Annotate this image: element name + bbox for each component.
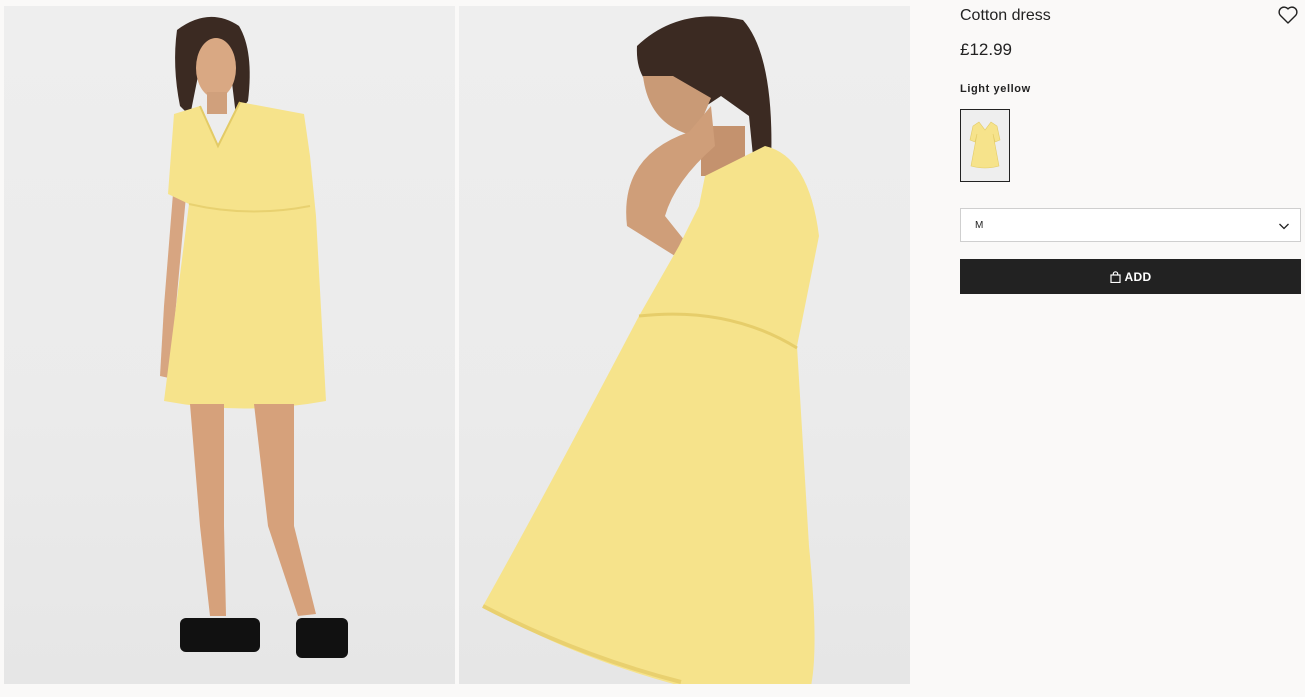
size-select[interactable]: M: [960, 208, 1301, 242]
product-photo-front[interactable]: [4, 6, 455, 684]
product-price: £12.99: [960, 40, 1012, 59]
heart-outline-icon: [1278, 5, 1298, 29]
chevron-down-icon: [1278, 219, 1290, 231]
color-name-label: Light yellow: [960, 83, 1031, 95]
color-swatch-light-yellow[interactable]: [960, 109, 1010, 182]
favorite-button[interactable]: [1277, 5, 1299, 29]
selected-size: M: [975, 220, 984, 231]
product-gallery: [4, 6, 910, 684]
title-row: Cotton dress: [960, 5, 1301, 30]
product-title: Cotton dress: [960, 7, 1051, 24]
dress-thumbnail: [969, 121, 1001, 168]
shopping-bag-icon: [1109, 270, 1121, 283]
add-to-bag-button[interactable]: ADD: [960, 259, 1301, 294]
product-photo-side[interactable]: [459, 6, 910, 684]
add-button-label: ADD: [1124, 269, 1152, 284]
